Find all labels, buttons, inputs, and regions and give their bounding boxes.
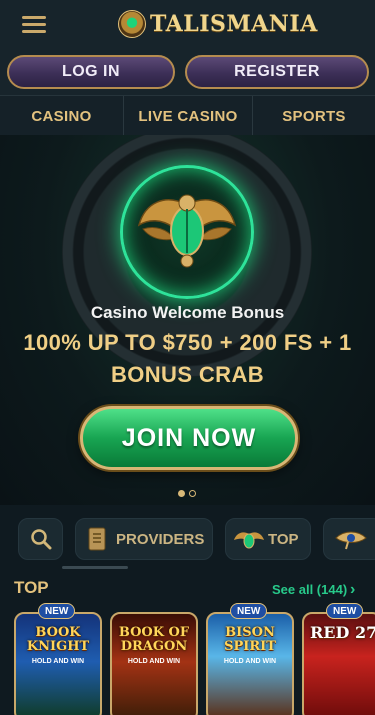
game-title: BOOK KNIGHT bbox=[26, 625, 90, 654]
hero-subtitle: Casino Welcome Bonus bbox=[90, 303, 285, 322]
game-title: RED 27 bbox=[310, 623, 375, 642]
hero-title: 100% UP TO $750 + 200 FS + 1 BONUS CRAB bbox=[23, 330, 352, 387]
filter-providers-label: PROVIDERS bbox=[116, 530, 205, 548]
nav-live-casino[interactable]: LIVE CASINO bbox=[124, 96, 253, 136]
section-title-top: TOP bbox=[14, 578, 49, 597]
see-all-link[interactable]: See all (144) bbox=[272, 582, 347, 597]
game-card[interactable]: BOOK OF DRAGON HOLD AND WIN bbox=[110, 612, 198, 715]
game-title: BOOK OF DRAGON bbox=[118, 625, 190, 654]
new-badge: NEW bbox=[38, 603, 76, 619]
game-subtitle: HOLD AND WIN bbox=[223, 658, 277, 665]
carousel-dot-2[interactable] bbox=[189, 490, 196, 497]
nav-casino[interactable]: CASINO bbox=[0, 96, 124, 136]
auth-bar: LOG IN REGISTER bbox=[0, 50, 375, 95]
scarab-logo-icon bbox=[118, 10, 146, 38]
game-card[interactable]: RED 27 bbox=[302, 612, 375, 715]
game-subtitle: HOLD AND WIN bbox=[31, 658, 85, 665]
search-button[interactable] bbox=[18, 518, 63, 560]
scarab-icon bbox=[234, 532, 264, 549]
category-filter-bar: PROVIDERS TOP bbox=[0, 505, 375, 575]
scroll-icon bbox=[88, 527, 106, 551]
join-now-button[interactable]: JOIN NOW bbox=[80, 406, 298, 470]
filter-providers[interactable]: PROVIDERS bbox=[75, 518, 213, 560]
scarab-icon bbox=[137, 194, 237, 268]
header: TALISMANIA bbox=[0, 0, 375, 50]
chevron-right-icon[interactable]: › bbox=[350, 581, 355, 599]
filter-scrollbar[interactable] bbox=[62, 566, 128, 569]
nav-sports[interactable]: SPORTS bbox=[253, 96, 375, 136]
carousel-dot-1[interactable] bbox=[178, 490, 185, 497]
game-subtitle: HOLD AND WIN bbox=[127, 658, 181, 665]
eye-of-horus-icon bbox=[335, 531, 367, 550]
game-card[interactable]: BOOK KNIGHT HOLD AND WIN bbox=[14, 612, 102, 715]
hero-banner[interactable]: Casino Welcome Bonus 100% UP TO $750 + 2… bbox=[0, 135, 375, 505]
logo[interactable]: TALISMANIA bbox=[118, 8, 318, 40]
search-icon bbox=[30, 529, 51, 550]
filter-top-label: TOP bbox=[268, 530, 299, 548]
filter-more[interactable] bbox=[323, 518, 375, 560]
new-badge: NEW bbox=[230, 603, 268, 619]
hamburger-menu-icon[interactable] bbox=[22, 14, 46, 34]
game-card[interactable]: BISON SPIRIT HOLD AND WIN bbox=[206, 612, 294, 715]
filter-top[interactable]: TOP bbox=[225, 518, 311, 560]
game-title: BISON SPIRIT bbox=[224, 625, 276, 654]
carousel-dots bbox=[178, 490, 200, 497]
new-badge: NEW bbox=[326, 603, 364, 619]
main-nav: CASINO LIVE CASINO SPORTS bbox=[0, 95, 375, 136]
logo-text: TALISMANIA bbox=[150, 11, 318, 37]
register-button[interactable]: REGISTER bbox=[185, 55, 369, 89]
login-button[interactable]: LOG IN bbox=[7, 55, 175, 89]
